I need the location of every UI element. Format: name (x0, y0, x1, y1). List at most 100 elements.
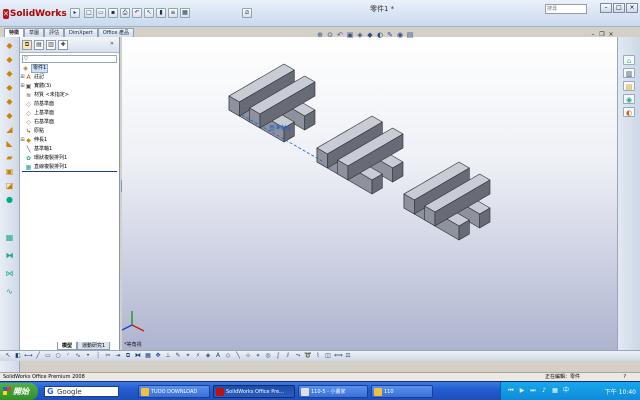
taskbar-item-paint[interactable]: 110-5 - 小畫家 (298, 385, 368, 398)
open-icon[interactable]: ▭ (96, 8, 106, 18)
graphics-area[interactable]: ⊕ ⊙ ↶ ▣ ◈ ◆ ◐ ✎ ◉ ▤ – ❐ × 基準軸1 *等角視 (122, 31, 617, 350)
line-icon[interactable]: ╱ (34, 352, 42, 360)
projected-curve-icon[interactable]: ⤳ (294, 352, 302, 360)
play-icon[interactable]: ▶ (518, 387, 526, 395)
tree-node-circular-pattern[interactable]: ✿ 環狀複製排列1 (20, 155, 67, 162)
curves-icon[interactable]: ∿ (4, 287, 15, 297)
tab-office-products[interactable]: Office 產品 (97, 28, 135, 37)
view-icon[interactable]: ▦ (180, 8, 190, 18)
taskbar-item-folder[interactable]: 110 (371, 385, 433, 398)
view-palette-icon[interactable]: ◉ (623, 94, 635, 104)
tab-evaluate[interactable]: 評估 (44, 28, 65, 37)
minimize-button[interactable]: – (600, 3, 612, 13)
rollback-bar[interactable] (22, 171, 117, 172)
previous-track-icon[interactable]: ⏮ (507, 387, 515, 395)
plane-tool-icon[interactable]: ◇ (224, 352, 232, 360)
spline-icon[interactable]: ∿ (74, 352, 82, 360)
rapid-sketch-icon[interactable]: ⚡ (194, 352, 202, 360)
chamfer-icon[interactable]: ◣ (4, 139, 15, 149)
select-tool-icon[interactable]: ↖ (4, 352, 12, 360)
tree-node-material[interactable]: ≋ 材質 <未指定> (20, 92, 69, 99)
point-icon[interactable]: • (84, 352, 92, 360)
file-explorer-icon[interactable]: ▤ (623, 81, 635, 91)
tree-node-front-plane[interactable]: ◇ 前基準面 (20, 101, 54, 108)
taskbar-item-solidworks[interactable]: SolidWorks Office Pre... (213, 385, 295, 398)
tab-dimxpert[interactable]: DimXpert (64, 28, 98, 37)
reference-geometry-icon[interactable]: ⋈ (4, 269, 15, 279)
sketch-pattern-icon[interactable]: ▦ (144, 352, 152, 360)
mate-reference-icon[interactable]: ◎ (264, 352, 272, 360)
revolve-boss-icon[interactable]: ◆ (4, 55, 15, 65)
volume-icon[interactable]: ♪ (540, 387, 548, 395)
rectangle-icon[interactable]: ▭ (44, 352, 52, 360)
extend-icon[interactable]: ⇥ (114, 352, 122, 360)
composite-curve-icon[interactable]: ⌇ (314, 352, 322, 360)
relations-icon[interactable]: ⊥ (164, 352, 172, 360)
tree-node-solid-bodies[interactable]: ⊞ ▣ 實體(3) (20, 83, 51, 90)
tree-node-right-plane[interactable]: ◇ 右基準面 (20, 119, 54, 126)
taskbar-item-download[interactable]: TUDO DOWNLOAD (138, 385, 210, 398)
mirror-icon[interactable]: ⧓ (4, 251, 15, 261)
extrude-boss-icon[interactable]: ◆ (4, 41, 15, 51)
sweep-icon[interactable]: ◆ (4, 69, 15, 79)
tree-node-origin[interactable]: ↳ 原點 (20, 128, 44, 135)
move-entities-icon[interactable]: ✥ (154, 352, 162, 360)
loft-icon[interactable]: ◆ (4, 83, 15, 93)
draft-icon[interactable]: ◪ (4, 181, 15, 191)
tree-node-linear-pattern[interactable]: ▦ 直線複製排列1 (20, 164, 68, 171)
text-icon[interactable]: A (214, 352, 222, 360)
tree-node-top-plane[interactable]: ◇ 上基準面 (20, 110, 54, 117)
mirror-entities-icon[interactable]: ⧓ (134, 352, 142, 360)
tree-filter-field[interactable]: ▽ (22, 55, 117, 63)
measure-icon[interactable]: ⟺ (334, 352, 343, 360)
resources-icon[interactable]: ⌂ (623, 55, 635, 65)
save-icon[interactable]: ▪ (108, 8, 118, 18)
arc-icon[interactable]: ◜ (64, 352, 72, 360)
circle-icon[interactable]: ○ (54, 352, 62, 360)
repair-sketch-icon[interactable]: ✎ (174, 352, 182, 360)
language-icon[interactable]: 中 (562, 387, 570, 395)
design-library-icon[interactable]: ▥ (623, 68, 635, 78)
next-track-icon[interactable]: ⏭ (529, 387, 537, 395)
sketch-3d-icon[interactable]: ◫ (324, 352, 332, 360)
axis-label[interactable]: 基準軸1 (269, 123, 291, 132)
coordinate-system-icon[interactable]: ⊹ (244, 352, 252, 360)
rib-icon[interactable]: ▰ (4, 153, 15, 163)
solidworks-logo[interactable]: ✕ SolidWorks (3, 7, 67, 21)
menu-arrow-icon[interactable]: ▸ (70, 8, 80, 18)
fillet-icon[interactable]: ◢ (4, 125, 15, 135)
feature-manager-tab-icon[interactable]: ⧉ (22, 40, 32, 50)
helix-icon[interactable]: ➰ (304, 352, 312, 360)
tree-node-axis[interactable]: ╲ 基準軸1 (20, 146, 53, 153)
axis-tool-icon[interactable]: ╲ (234, 352, 242, 360)
tree-node-extrude[interactable]: ⊞ ◆ 伸長1 (20, 137, 47, 144)
undo-icon[interactable]: ↶ (132, 8, 142, 18)
shell-icon[interactable]: ▣ (4, 167, 15, 177)
maximize-button[interactable]: □ (613, 3, 625, 13)
tab-sketch[interactable]: 草圖 (24, 28, 45, 37)
trim-icon[interactable]: ✂ (104, 352, 112, 360)
expand-panel-icon[interactable]: » (107, 40, 117, 50)
revolve-cut-icon[interactable]: ◆ (4, 111, 15, 121)
appearances-icon[interactable]: ◐ (623, 107, 635, 117)
close-button[interactable]: × (626, 3, 638, 13)
point-tool-icon[interactable]: ⋄ (254, 352, 262, 360)
sketch-icon[interactable]: ⧄ (242, 8, 252, 18)
network-icon[interactable]: ▦ (551, 387, 559, 395)
mass-properties-icon[interactable]: ⚖ (344, 352, 352, 360)
tab-model[interactable]: 模型 (57, 342, 78, 350)
tab-motion-study[interactable]: 運動研究1 (77, 342, 111, 350)
extrude-cut-icon[interactable]: ◆ (4, 97, 15, 107)
curve-tool-icon[interactable]: ∫ (274, 352, 282, 360)
print-icon[interactable]: ⎙ (120, 8, 130, 18)
centerline-icon[interactable]: ┆ (94, 352, 102, 360)
options-icon[interactable]: ≡ (168, 8, 178, 18)
dimxpert-manager-tab-icon[interactable]: ✚ (58, 40, 68, 50)
split-line-icon[interactable]: ⫽ (284, 352, 292, 360)
sketch-tool-icon[interactable]: ◧ (14, 352, 22, 360)
start-button[interactable]: 開始 (0, 383, 38, 400)
select-icon[interactable]: ↖ (144, 8, 154, 18)
offset-icon[interactable]: ⧉ (124, 352, 132, 360)
instant-3d-icon[interactable]: ◈ (204, 352, 212, 360)
configuration-manager-tab-icon[interactable]: ▥ (46, 40, 56, 50)
